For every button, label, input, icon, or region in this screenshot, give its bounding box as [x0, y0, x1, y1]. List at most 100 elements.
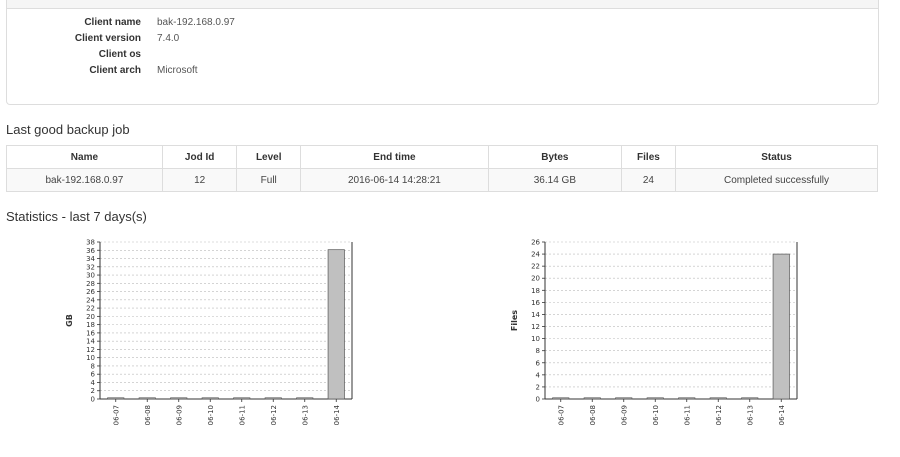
gb-ytick-label: 32 [86, 263, 95, 271]
cell-status: Completed successfully [674, 168, 879, 192]
files-bar [709, 397, 727, 400]
files-ytick-label: 14 [531, 311, 540, 319]
cell-job-id: 12 [161, 168, 238, 192]
gb-ytick-label: 4 [91, 379, 96, 387]
gb-ytick-label: 14 [86, 338, 95, 346]
gb-ytick-label: 26 [86, 288, 95, 296]
client-version-row: Client version 7.4.0 [7, 33, 407, 47]
column-header-end-time[interactable]: End time [299, 145, 489, 169]
files-xtick-label: 06-12 [715, 405, 723, 425]
gb-ytick-label: 30 [86, 272, 95, 280]
files-ytick-label: 24 [531, 251, 540, 259]
gb-ytick-label: 38 [86, 239, 95, 247]
files-ytick-label: 20 [531, 275, 540, 283]
gb-ytick-label: 22 [86, 305, 95, 313]
gb-xtick-label: 06-12 [270, 405, 278, 425]
gb-ytick-label: 34 [86, 255, 95, 263]
cell-end-time: 2016-06-14 14:28:21 [299, 168, 489, 192]
table-header-row: Name Jod Id Level End time Bytes Files S… [6, 145, 879, 169]
files-ylabel: Files [510, 310, 519, 331]
files-bar [583, 397, 601, 400]
gb-ytick-label: 10 [86, 354, 95, 362]
gb-xtick-label: 06-09 [175, 405, 183, 425]
files-bar [646, 397, 664, 400]
column-header-job-id[interactable]: Jod Id [161, 145, 238, 169]
gb-xtick-label: 06-13 [301, 405, 309, 425]
client-name-value: bak-192.168.0.97 [157, 17, 235, 28]
files-bar [772, 253, 790, 400]
gb-ytick-label: 8 [91, 362, 95, 370]
files-chart: 02468101214161820222426Files06-07 06-08 06… [510, 239, 798, 425]
client-name-row: Client name bak-192.168.0.97 [7, 17, 407, 31]
column-header-status[interactable]: Status [674, 145, 879, 169]
gb-bar [107, 397, 125, 400]
gb-xtick-label: 06-14 [333, 404, 341, 425]
files-ytick-label: 16 [531, 299, 540, 307]
client-version-label: Client version [74, 33, 141, 44]
gb-ytick-label: 18 [86, 321, 95, 329]
gb-ytick-label: 6 [91, 371, 96, 379]
files-bar [678, 397, 696, 400]
files-ytick-label: 10 [531, 335, 540, 343]
gb-ytick-label: 20 [86, 313, 95, 321]
cell-name: bak-192.168.0.97 [6, 168, 163, 192]
files-ytick-label: 26 [531, 239, 540, 247]
client-os-label: Client os [98, 49, 141, 60]
files-ytick-label: 12 [531, 323, 540, 331]
files-ytick-label: 8 [536, 347, 540, 355]
files-xtick-label: 06-09 [620, 405, 628, 425]
column-header-name[interactable]: Name [6, 145, 163, 169]
gb-bar [170, 397, 188, 400]
cell-files: 24 [620, 168, 676, 192]
gb-bar [233, 397, 251, 400]
last-good-backup-title: Last good backup job [6, 122, 130, 137]
files-ytick-label: 22 [531, 263, 540, 271]
cell-bytes: 36.14 GB [487, 168, 622, 192]
client-arch-label: Client arch [89, 65, 141, 76]
files-xtick-label: 06-14 [778, 404, 786, 425]
files-xtick-label: 06-11 [683, 405, 691, 425]
cell-level: Full [236, 168, 301, 192]
files-ytick-label: 0 [536, 396, 540, 404]
files-xtick-label: 06-07 [557, 405, 565, 425]
gb-ylabel: GB [65, 314, 74, 327]
gb-bar [327, 249, 345, 400]
gb-ytick-label: 16 [86, 329, 95, 337]
gb-xtick-label: 06-08 [144, 405, 152, 425]
client-info-panel: Client name bak-192.168.0.97 Client vers… [6, 0, 879, 105]
column-header-files[interactable]: Files [620, 145, 676, 169]
gb-ytick-label: 36 [86, 247, 95, 255]
files-bar [552, 397, 570, 400]
gb-ytick-label: 2 [91, 387, 95, 395]
last-backup-job-table: Name Jod Id Level End time Bytes Files S… [6, 145, 879, 192]
files-ytick-label: 4 [536, 371, 541, 379]
table-row[interactable]: bak-192.168.0.97 12 Full 2016-06-14 14:2… [6, 168, 879, 192]
gb-bar [138, 397, 156, 400]
column-header-bytes[interactable]: Bytes [487, 145, 622, 169]
gb-xtick-label: 06-07 [112, 405, 120, 425]
gb-xtick-label: 06-11 [238, 405, 246, 425]
bytes-chart: 02468101214161820222426283032343638GB06-… [65, 239, 353, 425]
gb-ytick-label: 0 [91, 396, 95, 404]
files-bar [741, 397, 759, 400]
files-ytick-label: 2 [536, 383, 540, 391]
gb-bar [201, 397, 219, 400]
files-xtick-label: 06-10 [652, 405, 660, 425]
client-version-value: 7.4.0 [157, 33, 180, 44]
gb-bar [296, 397, 314, 400]
gb-xtick-label: 06-10 [207, 405, 215, 425]
client-arch-row: Client arch Microsoft [7, 65, 407, 79]
gb-ytick-label: 24 [86, 296, 95, 304]
gb-ytick-label: 12 [86, 346, 95, 354]
panel-header-strip [7, 0, 878, 9]
files-bar [615, 397, 633, 400]
client-name-label: Client name [84, 17, 141, 28]
files-xtick-label: 06-13 [746, 405, 754, 425]
gb-ytick-label: 28 [86, 280, 95, 288]
files-ytick-label: 18 [531, 287, 540, 295]
files-xtick-label: 06-08 [589, 405, 597, 425]
files-ytick-label: 6 [536, 359, 541, 367]
client-os-row: Client os [7, 49, 407, 63]
gb-bar [264, 397, 282, 400]
column-header-level[interactable]: Level [236, 145, 301, 169]
